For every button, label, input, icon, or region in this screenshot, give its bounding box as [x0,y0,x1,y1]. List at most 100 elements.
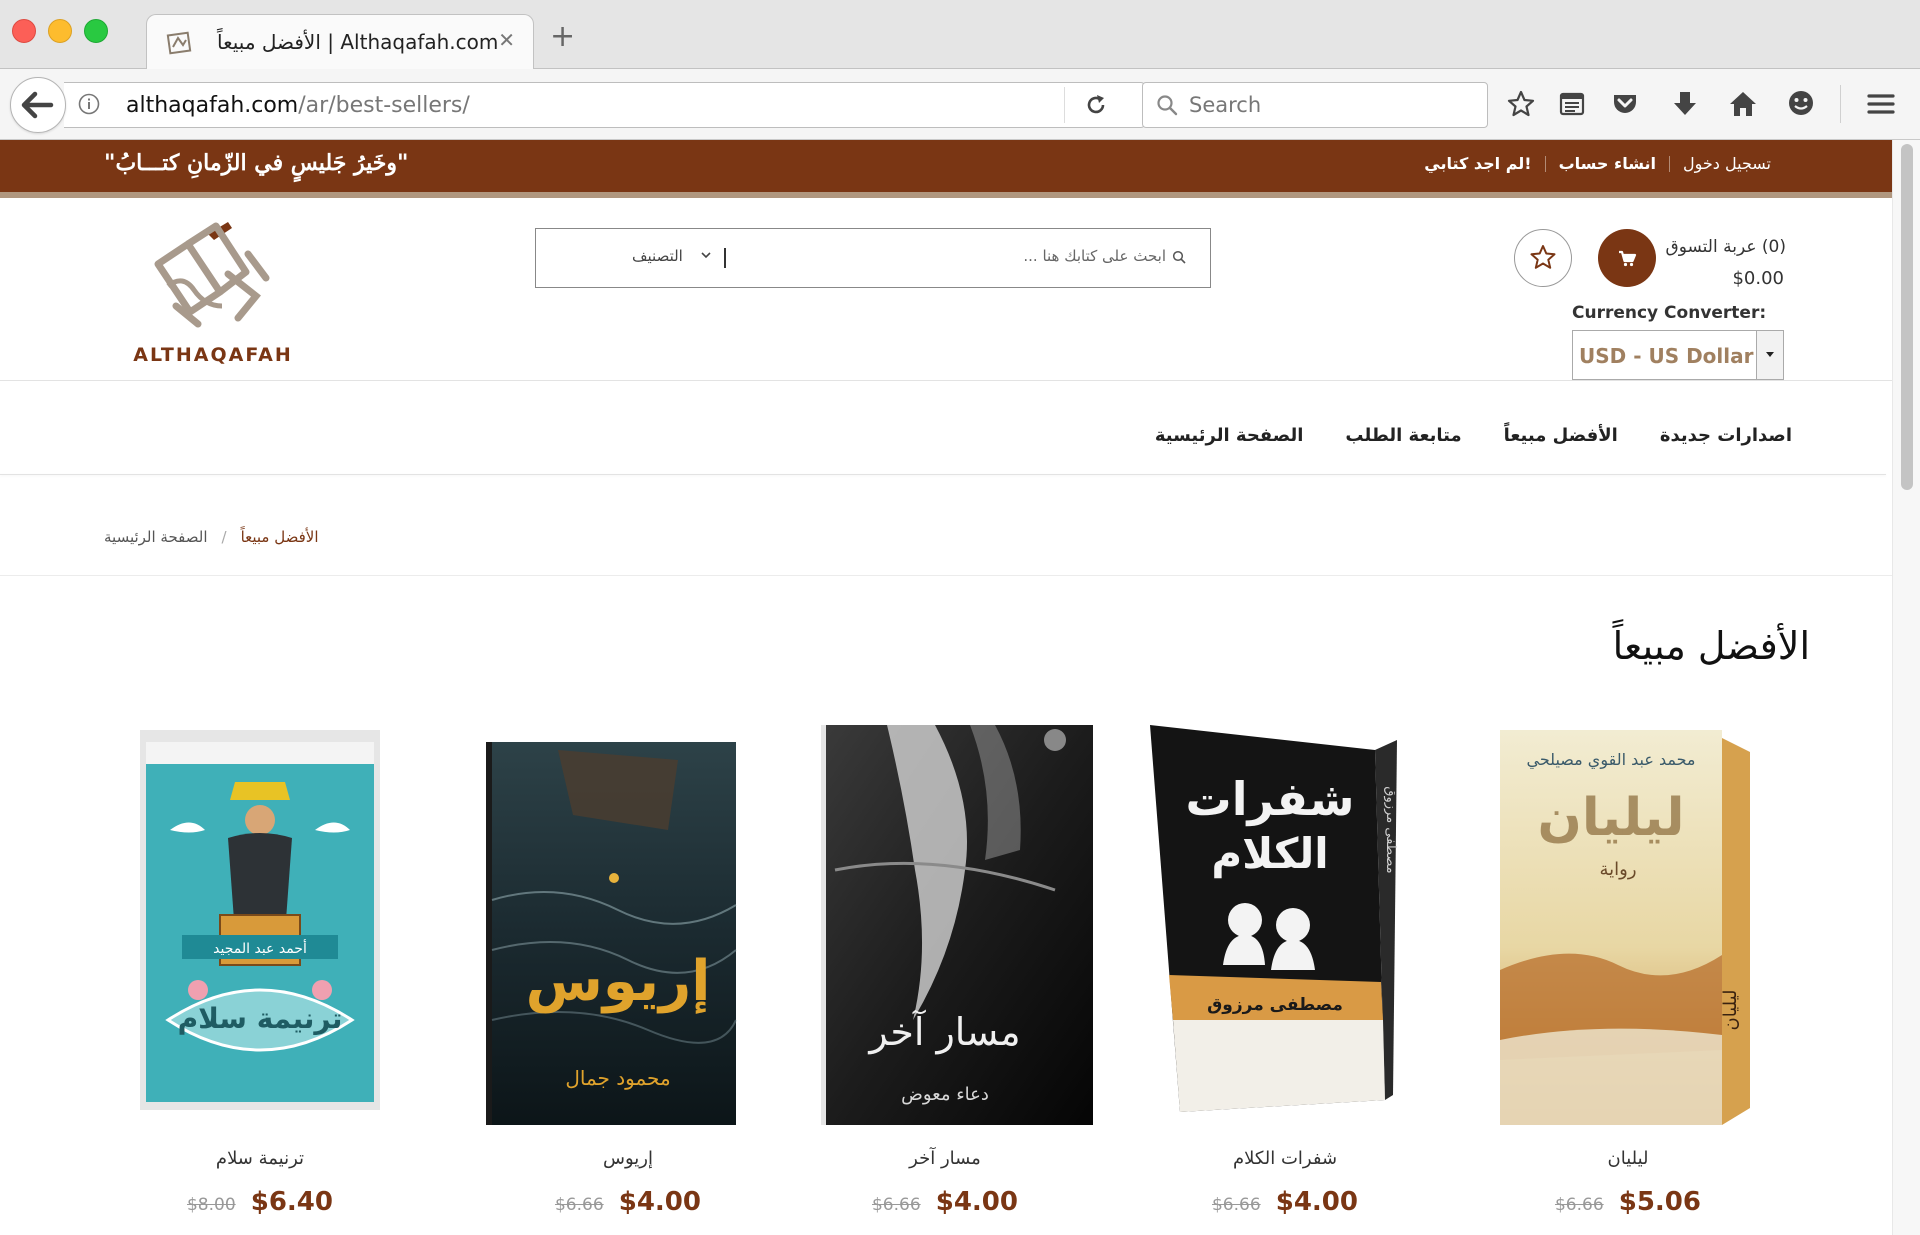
wishlist-button[interactable] [1514,229,1572,287]
product-cover[interactable]: محمد عبد القوي مصيلحي ليليان رواية ليليا… [1478,720,1778,1125]
product-cover[interactable]: شفرات الكلام مصطفى مرزوق مصطفى مرزوق [1135,720,1435,1125]
product-price: $6.66 $4.00 [795,1187,1095,1217]
category-dropdown[interactable]: التصنيف [632,247,683,265]
pocket-icon[interactable] [1610,89,1640,119]
info-icon[interactable] [78,93,100,115]
cart-label: عربة التسوق [1665,237,1757,257]
product-title[interactable]: ترنيمة سلام [110,1148,410,1169]
product-title[interactable]: مسار آخر [795,1148,1095,1169]
currency-select[interactable]: USD - US Dollar [1572,330,1784,380]
site-logo[interactable]: ALTHAQAFAH [128,214,298,374]
product-card[interactable]: محمد عبد القوي مصيلحي ليليان رواية ليليا… [1478,720,1778,1235]
old-price: $6.66 [871,1195,921,1215]
breadcrumb-home[interactable]: الصفحة الرئيسية [104,528,208,546]
cart-summary[interactable]: (0) عربة التسوق [1664,237,1786,257]
star-icon [1530,245,1556,269]
site-top-bar: "وخَيرُ جَليسٍ في الزّمانِ كتـــابُ" تسج… [0,140,1892,198]
product-price: $8.00 $6.40 [110,1187,410,1217]
cover-author: محمود جمال [565,1066,670,1090]
download-icon[interactable] [1670,89,1700,119]
page-scrollbar[interactable] [1892,140,1920,1235]
window-close-button[interactable] [12,19,36,43]
back-arrow-icon [21,91,54,119]
product-cover[interactable]: مسار آخر دعاء معوض [795,720,1095,1125]
new-tab-icon[interactable]: + [550,22,575,52]
home-icon[interactable] [1728,89,1758,119]
product-card[interactable]: مسار آخر دعاء معوض مسار آخر $6.66 $4.00 [795,720,1095,1235]
cart-button[interactable] [1598,229,1656,287]
nav-item-track-order[interactable]: متابعة الطلب [1345,425,1461,446]
site-search-bar[interactable]: التصنيف ابحث على كتابك هنا ... [535,228,1211,288]
url-bar[interactable]: althaqafah.com/ar/best-sellers/ [64,82,1145,128]
product-cover[interactable]: إريوس محمود جمال [478,720,778,1125]
search-placeholder: Search [1189,93,1262,117]
url-text[interactable]: althaqafah.com/ar/best-sellers/ [126,93,470,118]
nav-item-new-releases[interactable]: اصدارات جديدة [1660,425,1792,446]
tab-close-icon[interactable]: ✕ [498,28,515,52]
browser-search-field[interactable]: Search [1142,82,1488,128]
header-divider [0,380,1892,381]
product-title[interactable]: شفرات الكلام [1135,1148,1435,1169]
url-host: althaqafah.com [126,93,299,118]
breadcrumb: الصفحة الرئيسية / الأفضل مبيعاً [104,528,319,546]
book-cover-image: إريوس محمود جمال [486,742,737,1125]
cover-spine-author: مصطفى مرزوق [1383,786,1398,873]
cover-title-line-1: شفرات [1186,772,1355,826]
product-cover[interactable]: أحمد عبد المجيد ترنيمة سلام [110,720,410,1125]
book-cover-image: شفرات الكلام مصطفى مرزوق مصطفى مرزوق [1150,725,1398,1112]
reading-list-icon[interactable] [1557,89,1587,119]
back-button[interactable] [10,77,66,133]
reload-icon[interactable] [1084,93,1108,117]
request-book-link[interactable]: لم اجد كتابي! [1411,154,1544,173]
account-links: تسجيل دخول انشاء حساب لم اجد كتابي! [1411,154,1784,173]
book-search-input[interactable]: ابحث على كتابك هنا ... [1006,247,1166,265]
cart-count: (0) [1761,237,1786,257]
breadcrumb-divider [0,575,1892,576]
cover-title-line-2: الكلام [1211,829,1328,879]
site-slogan: "وخَيرُ جَليسٍ في الزّمانِ كتـــابُ" [104,150,409,176]
currency-converter-label: Currency Converter: [1572,303,1767,323]
cover-spine-title: ليليان [1720,989,1741,1030]
browser-tab-bar: الأفضل مبيعاً | Althaqafah.com ✕ + [0,0,1920,70]
window-zoom-button[interactable] [84,19,108,43]
cover-title: ترنيمة سلام [178,1002,343,1035]
cart-icon [1619,250,1637,267]
page-title: الأفضل مبيعاً [1612,624,1810,668]
chat-smiley-icon[interactable] [1786,89,1816,119]
browser-tab-active[interactable]: الأفضل مبيعاً | Althaqafah.com ✕ [146,14,534,70]
tab-title: الأفضل مبيعاً | Althaqafah.com [217,30,499,54]
sale-price: $4.00 [618,1187,701,1217]
product-title[interactable]: إريوس [478,1148,778,1169]
old-price: $6.66 [1554,1195,1604,1215]
product-price: $6.66 $5.06 [1478,1187,1778,1217]
search-icon[interactable] [1172,250,1186,264]
cover-author: دعاء معوض [901,1084,989,1105]
window-minimize-button[interactable] [48,19,72,43]
logo-wordmark: ALTHAQAFAH [133,344,293,366]
product-price: $6.66 $4.00 [478,1187,778,1217]
product-card[interactable]: شفرات الكلام مصطفى مرزوق مصطفى مرزوق شفر… [1135,720,1435,1235]
register-link[interactable]: انشاء حساب [1546,154,1669,173]
cover-author: أحمد عبد المجيد [213,939,307,957]
nav-divider [0,474,1886,475]
cover-author: مصطفى مرزوق [1207,995,1343,1015]
scrollbar-thumb[interactable] [1901,144,1913,490]
product-title[interactable]: ليليان [1478,1148,1778,1169]
bookmark-star-icon[interactable] [1506,89,1536,119]
product-card[interactable]: إريوس محمود جمال إريوس $6.66 $4.00 [478,720,778,1235]
nav-item-best-sellers[interactable]: الأفضل مبيعاً [1504,425,1618,446]
dropdown-arrow-icon[interactable] [1756,331,1783,379]
main-navigation: الصفحة الرئيسية متابعة الطلب الأفضل مبيع… [1155,425,1792,446]
nav-item-home[interactable]: الصفحة الرئيسية [1155,425,1304,446]
cover-author: محمد عبد القوي مصيلحي [1526,750,1695,770]
sale-price: $5.06 [1618,1187,1701,1217]
book-cover-image: مسار آخر دعاء معوض [821,725,1093,1125]
cover-title: ليليان [1537,788,1684,848]
login-link[interactable]: تسجيل دخول [1670,154,1784,173]
book-cover-image: أحمد عبد المجيد ترنيمة سلام [140,730,380,1110]
product-card[interactable]: أحمد عبد المجيد ترنيمة سلام ترنيمة سلام … [110,720,410,1235]
old-price: $6.66 [554,1195,604,1215]
logo-mark-icon [154,222,270,328]
breadcrumb-separator: / [221,528,227,546]
hamburger-menu-icon[interactable] [1866,89,1896,119]
